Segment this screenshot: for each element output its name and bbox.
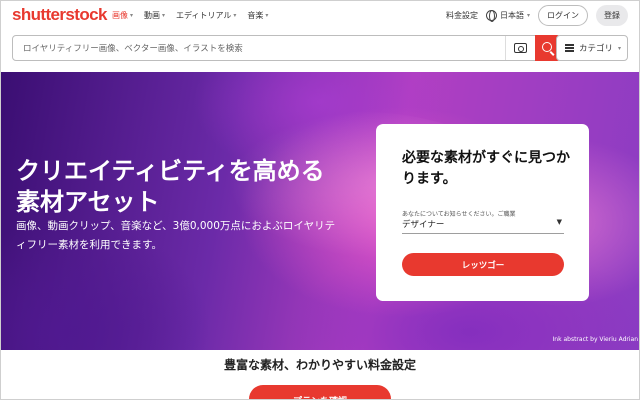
onboarding-card: 必要な素材がすぐに見つかります。 あなたについてお知らせください。ご職業 デザイ… [376, 124, 589, 301]
main-nav: 画像 ▾ 動画 ▾ エディトリアル ▾ 音楽 ▾ [112, 10, 268, 21]
occupation-value: デザイナー [402, 220, 445, 230]
chevron-down-icon: ▾ [162, 12, 166, 19]
search-bar-row: カテゴリ ▾ [0, 33, 640, 63]
search-box [12, 35, 561, 61]
list-icon [565, 44, 574, 52]
nav-item-images[interactable]: 画像 ▾ [112, 10, 133, 21]
view-plans-button[interactable]: プランを確認 [249, 385, 391, 400]
lets-go-button[interactable]: レッツゴー [402, 253, 564, 276]
hero-subtitle: 画像、動画クリップ、音楽など、3億0,000万点におよぶロイヤリティフリー素材を… [16, 220, 336, 251]
shutterstock-logo[interactable]: shutterstock [12, 5, 107, 25]
chevron-down-icon: ▾ [130, 12, 134, 19]
image-search-button[interactable] [505, 36, 535, 60]
chevron-down-icon: ▾ [265, 12, 269, 19]
chevron-down-icon: ▾ [618, 44, 622, 52]
nav-item-label: 画像 [112, 11, 128, 20]
login-button[interactable]: ログイン [538, 5, 588, 26]
nav-item-video[interactable]: 動画 ▾ [144, 10, 165, 21]
card-title: 必要な素材がすぐに見つかります。 [402, 150, 570, 187]
image-credit[interactable]: Ink abstract by Vieriu Adrian [553, 336, 638, 343]
occupation-label: あなたについてお知らせください。ご職業 [402, 211, 516, 218]
search-input[interactable] [23, 41, 483, 56]
nav-right: 料金設定 日本語 ▾ ログイン 登録 [446, 5, 628, 26]
chevron-down-icon: ▾ [233, 12, 237, 19]
nav-item-label: 動画 [144, 11, 161, 20]
chevron-down-icon: ▾ [526, 12, 530, 19]
language-selector[interactable]: 日本語 ▾ [485, 10, 530, 22]
nav-item-music[interactable]: 音楽 ▾ [247, 10, 268, 21]
occupation-select[interactable]: デザイナー ▼ [402, 218, 564, 234]
category-label: カテゴリ [579, 44, 614, 54]
caret-down-icon: ▼ [556, 218, 562, 226]
category-dropdown[interactable]: カテゴリ ▾ [556, 35, 628, 61]
camera-icon [514, 43, 527, 53]
nav-item-label: エディトリアル [176, 11, 232, 20]
search-icon [542, 42, 552, 52]
language-label: 日本語 [499, 11, 524, 20]
hero-title: クリエイティビティを高める素材アセット [16, 157, 325, 216]
nav-item-label: 音楽 [247, 11, 264, 20]
top-nav: shutterstock 画像 ▾ 動画 ▾ エディトリアル ▾ 音楽 ▾ 料金設定 日… [0, 0, 640, 33]
pricing-link[interactable]: 料金設定 [446, 10, 478, 21]
nav-item-editorial[interactable]: エディトリアル ▾ [176, 10, 236, 21]
signup-button[interactable]: 登録 [596, 5, 628, 26]
pricing-section-heading: 豊富な素材、わかりやすい料金設定 [223, 358, 416, 372]
globe-icon [485, 10, 497, 22]
hero-banner: クリエイティビティを高める素材アセット 画像、動画クリップ、音楽など、3億0,0… [0, 72, 640, 350]
